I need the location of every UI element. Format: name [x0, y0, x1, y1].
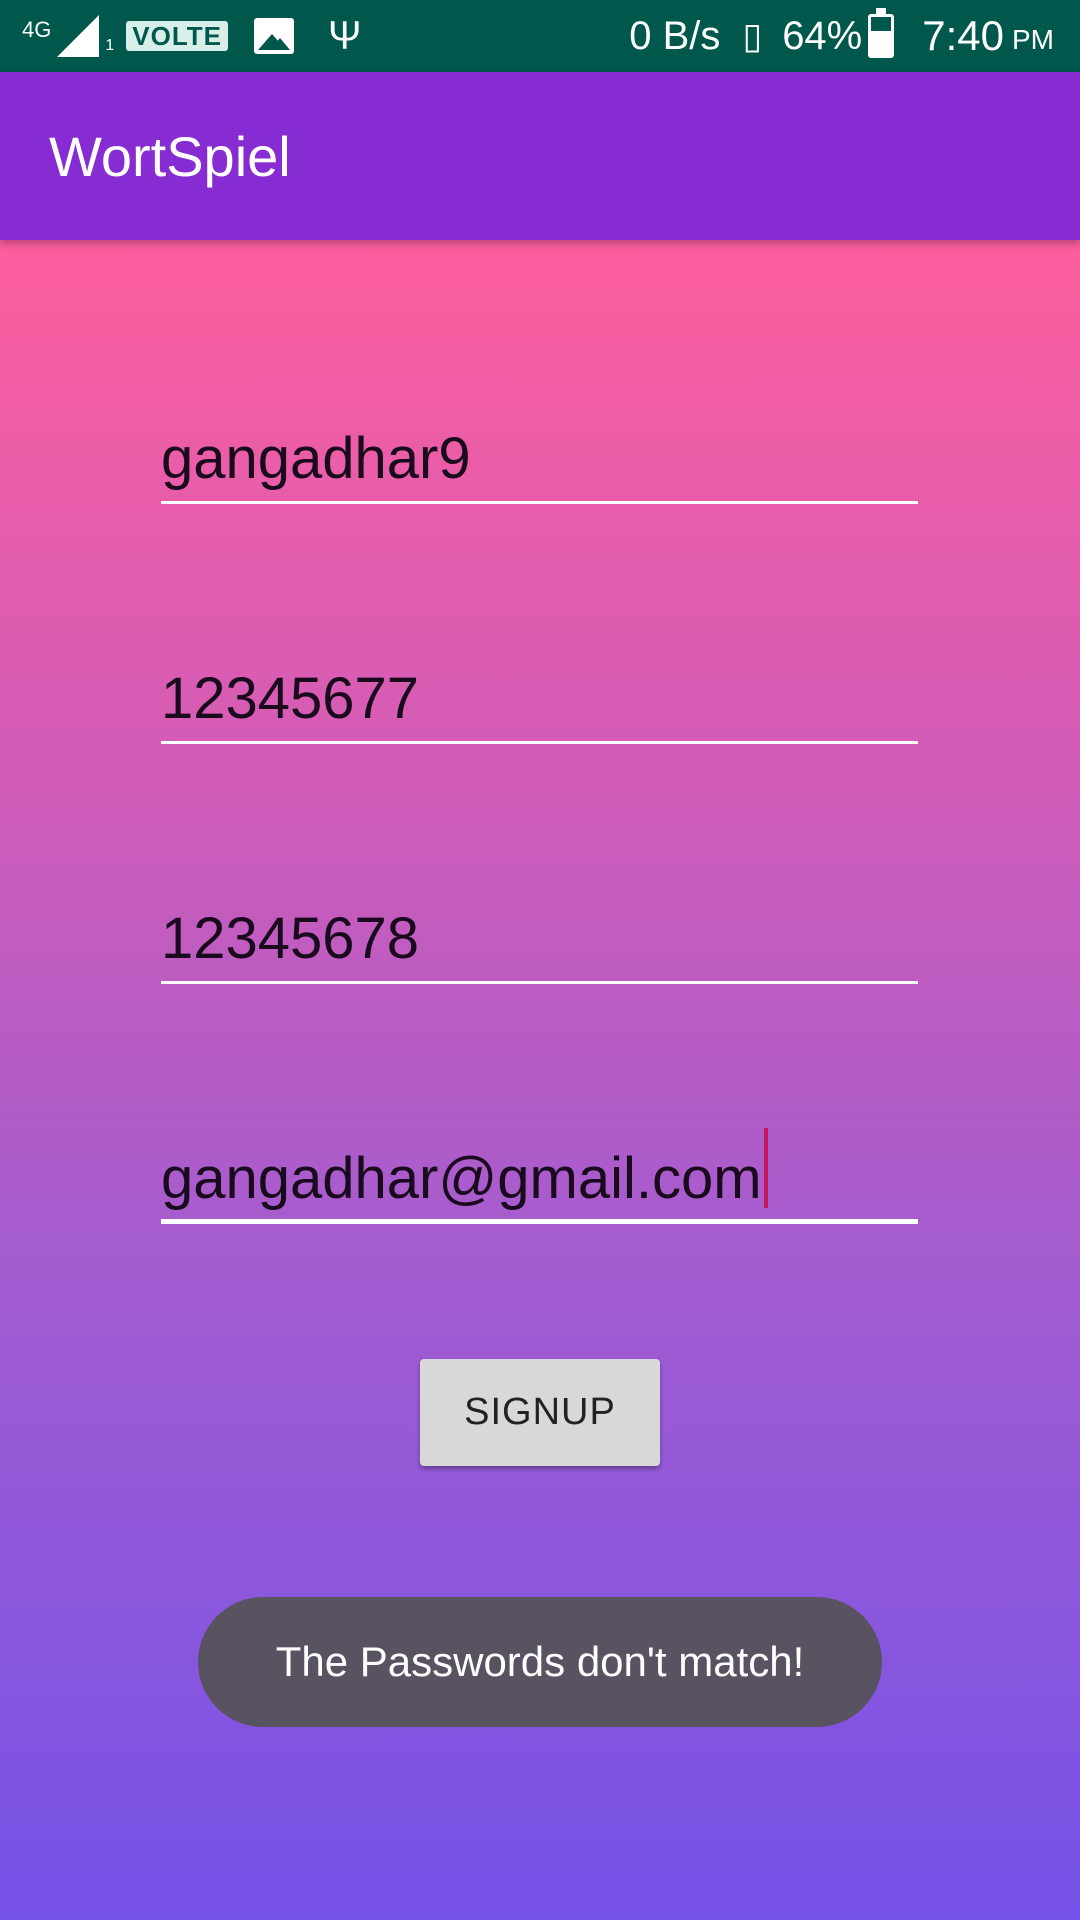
username-field[interactable]: gangadhar9: [161, 414, 918, 504]
clock: 7:40: [922, 12, 1004, 59]
volte-badge: VOLTE: [126, 21, 229, 51]
text-cursor: [763, 1128, 768, 1208]
sim-number: 1: [105, 37, 115, 54]
battery-percent: 64%: [782, 13, 863, 58]
vibrate-icon: ▯: [742, 15, 763, 56]
username-input-value[interactable]: gangadhar9: [161, 425, 471, 492]
app-title: WortSpiel: [49, 125, 291, 188]
signup-button[interactable]: SIGNUP: [420, 1359, 660, 1466]
status-bar-right: 0 B/s ▯ 64% 7:40 PM: [629, 0, 1054, 72]
toast-message: The Passwords don't match!: [198, 1597, 882, 1727]
confirm-password-underline: [161, 981, 918, 984]
password-field[interactable]: 12345677: [161, 654, 918, 744]
battery-charging-icon: [868, 8, 895, 58]
confirm-password-field[interactable]: 12345678: [161, 894, 918, 984]
usb-icon: Ψ: [328, 14, 362, 58]
email-input-value[interactable]: gangadhar@gmail.com: [161, 1146, 762, 1211]
email-field[interactable]: gangadhar@gmail.com: [161, 1128, 918, 1224]
net-speed: 0 B/s: [629, 13, 721, 58]
email-underline: [161, 1219, 918, 1224]
confirm-password-input-value[interactable]: 12345678: [161, 905, 419, 972]
clock-ampm: PM: [1012, 24, 1054, 55]
app-bar: WortSpiel: [0, 72, 1080, 240]
username-underline: [161, 501, 918, 504]
password-underline: [161, 741, 918, 744]
status-bar-left: 4G 1 VOLTE Ψ: [22, 0, 381, 72]
signal-icon: [57, 15, 100, 57]
password-input-value[interactable]: 12345677: [161, 665, 419, 732]
network-type: 4G: [22, 17, 52, 42]
status-bar: 4G 1 VOLTE Ψ 0 B/s ▯ 64% 7:40 PM: [0, 0, 1080, 72]
email-input-wrapper[interactable]: gangadhar@gmail.com: [161, 1128, 768, 1212]
image-icon: [254, 18, 295, 54]
